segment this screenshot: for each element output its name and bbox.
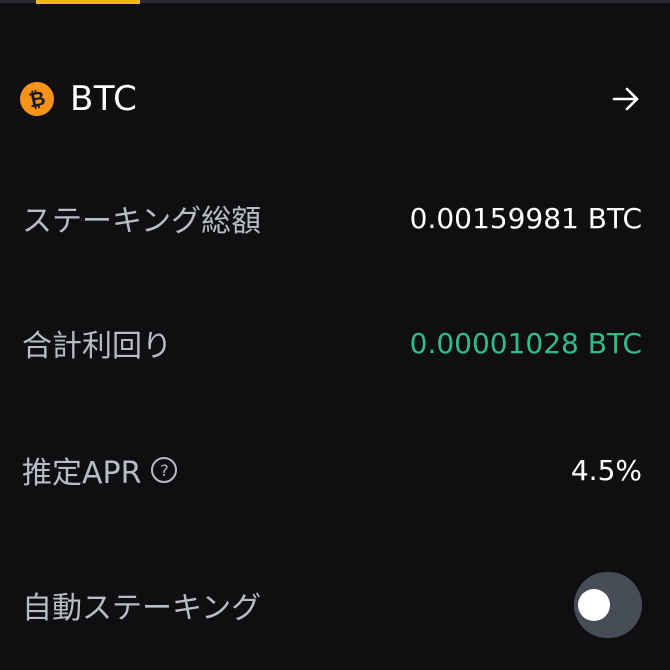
total-rewards-row: 合計利回り 0.00001028 BTC	[22, 318, 642, 368]
estimated-apr-label-group: 推定APR ?	[22, 448, 178, 492]
btc-logo-glyph: ₿	[26, 85, 48, 112]
question-circle-icon[interactable]: ?	[151, 457, 178, 483]
total-rewards-value: 0.00001028 BTC	[409, 326, 642, 360]
asset-header[interactable]: ₿ BTC	[16, 68, 646, 130]
total-staking-row: ステーキング総額 0.00159981 BTC	[22, 193, 642, 243]
active-tab-indicator	[36, 0, 140, 4]
total-staking-label: ステーキング総額	[22, 204, 262, 239]
estimated-apr-value: 4.5%	[570, 453, 642, 487]
total-rewards-label: 合計利回り	[22, 329, 172, 364]
asset-info: ₿ BTC	[16, 78, 138, 120]
auto-staking-toggle[interactable]	[574, 572, 642, 638]
toggle-knob	[578, 589, 610, 621]
auto-staking-label: 自動ステーキング	[22, 591, 262, 626]
auto-staking-row: 自動ステーキング	[22, 572, 642, 638]
asset-symbol: BTC	[70, 79, 138, 119]
estimated-apr-label: 推定APR	[22, 456, 142, 491]
estimated-apr-row: 推定APR ? 4.5%	[22, 445, 642, 495]
arrow-right-icon[interactable]	[606, 79, 646, 119]
btc-logo-icon: ₿	[16, 78, 58, 120]
staking-detail-screen: ₿ BTC ステーキング総額 0.00159981 BTC 合計利回り 0.00…	[0, 0, 670, 670]
total-staking-value: 0.00159981 BTC	[409, 201, 642, 235]
